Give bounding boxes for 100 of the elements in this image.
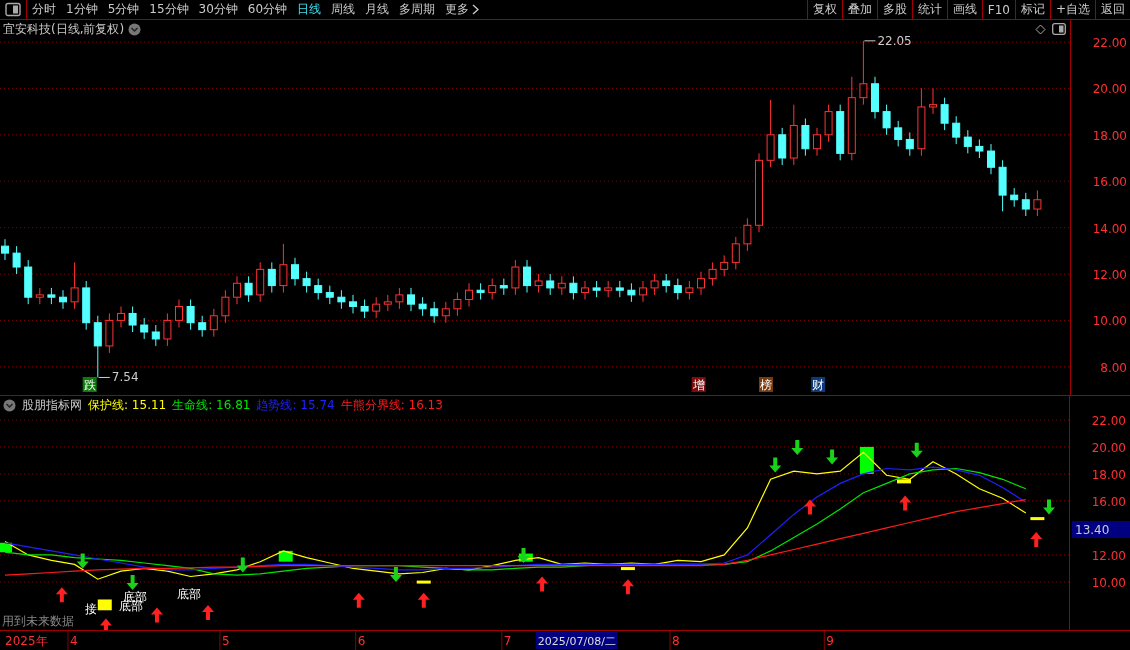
date-label: 6: [357, 634, 366, 648]
date-label: 5: [221, 634, 230, 648]
period-tab[interactable]: 30分钟: [193, 1, 243, 18]
period-tab[interactable]: 周线: [326, 1, 361, 18]
candlestick: [93, 315, 102, 378]
candlestick: [383, 294, 392, 312]
candlestick: [209, 308, 218, 338]
cursor-date: 2025/07/08/二: [535, 632, 618, 649]
event-tag[interactable]: 榜: [758, 377, 773, 392]
period-tab[interactable]: 15分钟: [144, 1, 194, 18]
signal-label: 接: [85, 602, 98, 616]
axis-label: 12.00: [1091, 548, 1126, 563]
candlestick: [360, 299, 369, 319]
down-arrow-icon: [517, 548, 530, 564]
candlestick: [882, 104, 891, 136]
candlestick: [1033, 190, 1042, 217]
diamond-icon[interactable]: [1035, 23, 1046, 35]
period-tab[interactable]: 多周期: [394, 1, 441, 18]
down-arrow-icon: [236, 557, 249, 573]
dropdown-icon[interactable]: [3, 398, 16, 412]
candlestick: [859, 40, 868, 106]
up-arrow-icon: [899, 495, 912, 511]
candlestick: [1021, 192, 1030, 217]
axis-label: 18.00: [1092, 128, 1127, 143]
axis-label: 18.00: [1091, 467, 1126, 482]
candlestick: [557, 275, 566, 296]
candlestick: [824, 104, 833, 143]
candlestick: [673, 278, 682, 300]
candlestick: [337, 289, 346, 310]
signal-block: [278, 550, 293, 562]
indicator-readout: 生命线: 16.81: [172, 396, 251, 414]
price-label: 7.54: [111, 370, 139, 385]
axis-label: 14.00: [1092, 221, 1127, 236]
period-tab[interactable]: 月线: [360, 1, 395, 18]
leader-line: [863, 40, 876, 42]
candlestick: [59, 289, 67, 310]
event-tag[interactable]: 财: [811, 377, 826, 392]
candlestick: [140, 317, 149, 340]
down-arrow-icon: [826, 449, 839, 465]
up-arrow-icon: [804, 499, 817, 515]
period-tab[interactable]: 日线: [292, 1, 327, 18]
candlestick: [186, 299, 195, 331]
candlestick: [940, 97, 949, 131]
candlestick: [720, 254, 729, 277]
candlestick: [430, 301, 439, 324]
candlestick: [117, 306, 125, 328]
candlestick: [256, 261, 265, 303]
candlestick: [395, 287, 404, 310]
candlestick: [476, 282, 485, 300]
candlestick: [987, 143, 995, 175]
leader-line: [98, 376, 111, 378]
down-arrow-icon: [389, 566, 402, 582]
axis-label: 16.00: [1091, 494, 1126, 509]
down-arrow-icon: [769, 457, 782, 473]
candlestick: [325, 285, 334, 305]
candlestick: [963, 129, 972, 154]
up-arrow-icon: [99, 618, 112, 630]
candlestick: [604, 280, 613, 298]
candlestick: [198, 315, 207, 338]
candlestick: [105, 312, 114, 354]
candlestick: [929, 87, 937, 115]
event-tag[interactable]: 增: [691, 377, 706, 392]
candlestick: [569, 275, 578, 300]
period-tab[interactable]: 分时: [27, 1, 61, 18]
candlestick: [1010, 187, 1019, 208]
indicator-readout: 保护线: 15.11: [88, 396, 167, 414]
down-arrow-icon: [910, 442, 923, 458]
candlestick: [233, 275, 241, 305]
down-arrow-icon: [126, 575, 139, 591]
panel-toggle-icon[interactable]: [1052, 23, 1066, 35]
more-menu[interactable]: 更多: [440, 1, 485, 18]
period-tab[interactable]: 5分钟: [102, 1, 145, 18]
candlestick: [685, 280, 694, 300]
price-label: 22.05: [877, 33, 912, 48]
signal-block: [1030, 517, 1045, 521]
axis-label: 10.00: [1092, 314, 1127, 329]
chevron-icon: [472, 4, 480, 15]
candlestick: [163, 312, 172, 347]
candlestick: [766, 99, 775, 168]
indicator-readout: 牛熊分界线: 16.13: [340, 396, 443, 414]
signal-block: [620, 567, 635, 571]
stock-title: 宜安科技(日线,前复权): [3, 21, 125, 38]
candlestick: [302, 271, 311, 294]
candlestick: [267, 261, 276, 294]
cursor-value: 13.40: [1072, 521, 1130, 538]
period-tab[interactable]: 60分钟: [242, 1, 293, 18]
candlestick: [627, 282, 636, 303]
period-tab[interactable]: 1分钟: [61, 1, 103, 18]
down-arrow-icon: [1043, 499, 1055, 515]
candlestick: [743, 217, 752, 252]
event-tag[interactable]: 跌: [82, 377, 97, 392]
axis-label: 8.00: [1100, 360, 1127, 375]
candlestick: [12, 245, 21, 275]
signal-block: [0, 542, 12, 553]
candlestick: [952, 115, 961, 145]
candlestick: [871, 76, 879, 120]
candlestick: [778, 127, 787, 166]
candlestick: [708, 261, 717, 287]
dropdown-icon[interactable]: [128, 23, 142, 36]
candlestick: [372, 296, 381, 319]
